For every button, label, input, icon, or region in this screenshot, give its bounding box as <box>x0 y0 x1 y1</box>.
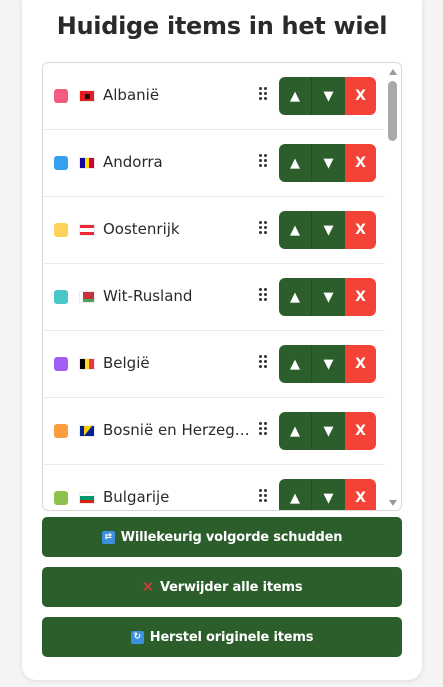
color-swatch[interactable] <box>54 290 68 304</box>
list-item[interactable]: Bosnië en Herzegovina ▲▼X <box>43 398 387 465</box>
drag-handle-icon[interactable] <box>259 489 269 505</box>
flag-icon <box>79 224 95 236</box>
move-up-button[interactable]: ▲ <box>279 77 312 115</box>
move-down-button[interactable]: ▼ <box>312 345 345 383</box>
delete-item-button[interactable]: X <box>345 77 376 115</box>
drag-handle-icon[interactable] <box>259 288 269 304</box>
delete-item-button[interactable]: X <box>345 345 376 383</box>
drag-handle-icon[interactable] <box>259 221 269 237</box>
shuffle-icon: ⇄ <box>101 530 115 544</box>
list-item[interactable]: Bulgarije ▲ ▼ X <box>43 465 387 510</box>
restore-icon: ↻ <box>130 630 144 644</box>
item-label: Oostenrijk <box>103 220 180 238</box>
flag-icon <box>79 157 95 169</box>
item-label: Wit-Rusland <box>103 287 193 305</box>
item-label: Albanië <box>103 86 160 104</box>
list-item[interactable]: Oostenrijk ▲ ▼ X <box>43 197 387 264</box>
move-up-button[interactable]: ▲ <box>279 412 312 450</box>
move-down-button[interactable]: ▼ <box>312 77 345 115</box>
color-swatch[interactable] <box>54 156 68 170</box>
item-label: Andorra <box>103 153 163 171</box>
drag-handle-icon[interactable] <box>259 422 269 438</box>
flag-icon <box>79 425 95 437</box>
move-up-button[interactable]: ▲ <box>279 345 312 383</box>
color-swatch[interactable] <box>54 424 68 438</box>
move-down-button[interactable]: ▼ <box>312 412 345 450</box>
drag-handle-icon[interactable] <box>259 87 269 103</box>
color-swatch[interactable] <box>54 491 68 505</box>
items-list: Albanië ▲ ▼ X Andorra ▲ ▼ X Oostenrijk ▲ ▼ X Wit-Rus… <box>43 63 387 510</box>
delete-item-button[interactable]: X <box>345 144 376 182</box>
delete-item-button[interactable]: X <box>345 211 376 249</box>
restore-button-label: Herstel originele items <box>149 629 314 645</box>
list-item[interactable]: Andorra ▲ ▼ X <box>43 130 387 197</box>
item-label: Bulgarije <box>103 488 170 506</box>
color-swatch[interactable] <box>54 223 68 237</box>
items-list-container[interactable]: Albanië ▲ ▼ X Andorra ▲ ▼ X Oostenrijk ▲ ▼ X Wit-Rus… <box>42 62 402 511</box>
page-title: Huidige items in het wiel <box>56 12 388 40</box>
flag-icon <box>79 358 95 370</box>
delete-item-button[interactable]: X <box>345 278 376 316</box>
item-label: België <box>103 354 150 372</box>
flag-icon <box>79 90 95 102</box>
delete-item-button[interactable]: X <box>345 412 376 450</box>
item-label: Bosnië en Herzegovina <box>103 421 255 439</box>
move-up-button[interactable]: ▲ <box>279 278 312 316</box>
flag-icon <box>79 291 95 303</box>
scrollbar[interactable] <box>385 63 401 510</box>
color-swatch[interactable] <box>54 357 68 371</box>
list-item[interactable]: Wit-Rusland ▲ ▼ X <box>43 264 387 331</box>
move-down-button[interactable]: ▼ <box>312 144 345 182</box>
flag-icon <box>79 492 95 504</box>
remove-all-button-label: Verwijder alle items <box>160 579 303 595</box>
shuffle-button-label: Willekeurig volgorde schudden <box>120 529 343 545</box>
remove-all-button[interactable]: ✕ Verwijder alle items <box>42 567 402 607</box>
move-up-button[interactable]: ▲ <box>279 479 312 510</box>
delete-item-button[interactable]: X <box>345 479 376 510</box>
scroll-up-arrow-icon[interactable] <box>389 69 397 75</box>
scrollbar-thumb[interactable] <box>388 81 397 141</box>
list-item[interactable]: Albanië ▲ ▼ X <box>43 63 387 130</box>
shuffle-button[interactable]: ⇄ Willekeurig volgorde schudden <box>42 517 402 557</box>
cross-icon: ✕ <box>141 578 155 596</box>
drag-handle-icon[interactable] <box>259 154 269 170</box>
scroll-down-arrow-icon[interactable] <box>389 500 397 506</box>
move-up-button[interactable]: ▲ <box>279 211 312 249</box>
drag-handle-icon[interactable] <box>259 355 269 371</box>
wheel-items-panel: Huidige items in het wiel Albanië ▲ ▼ X Ando… <box>22 0 422 680</box>
move-up-button[interactable]: ▲ <box>279 144 312 182</box>
color-swatch[interactable] <box>54 89 68 103</box>
move-down-button[interactable]: ▼ <box>312 211 345 249</box>
list-item[interactable]: België ▲ ▼ X <box>43 331 387 398</box>
move-down-button[interactable]: ▼ <box>312 479 345 510</box>
restore-button[interactable]: ↻ Herstel originele items <box>42 617 402 657</box>
move-down-button[interactable]: ▼ <box>312 278 345 316</box>
